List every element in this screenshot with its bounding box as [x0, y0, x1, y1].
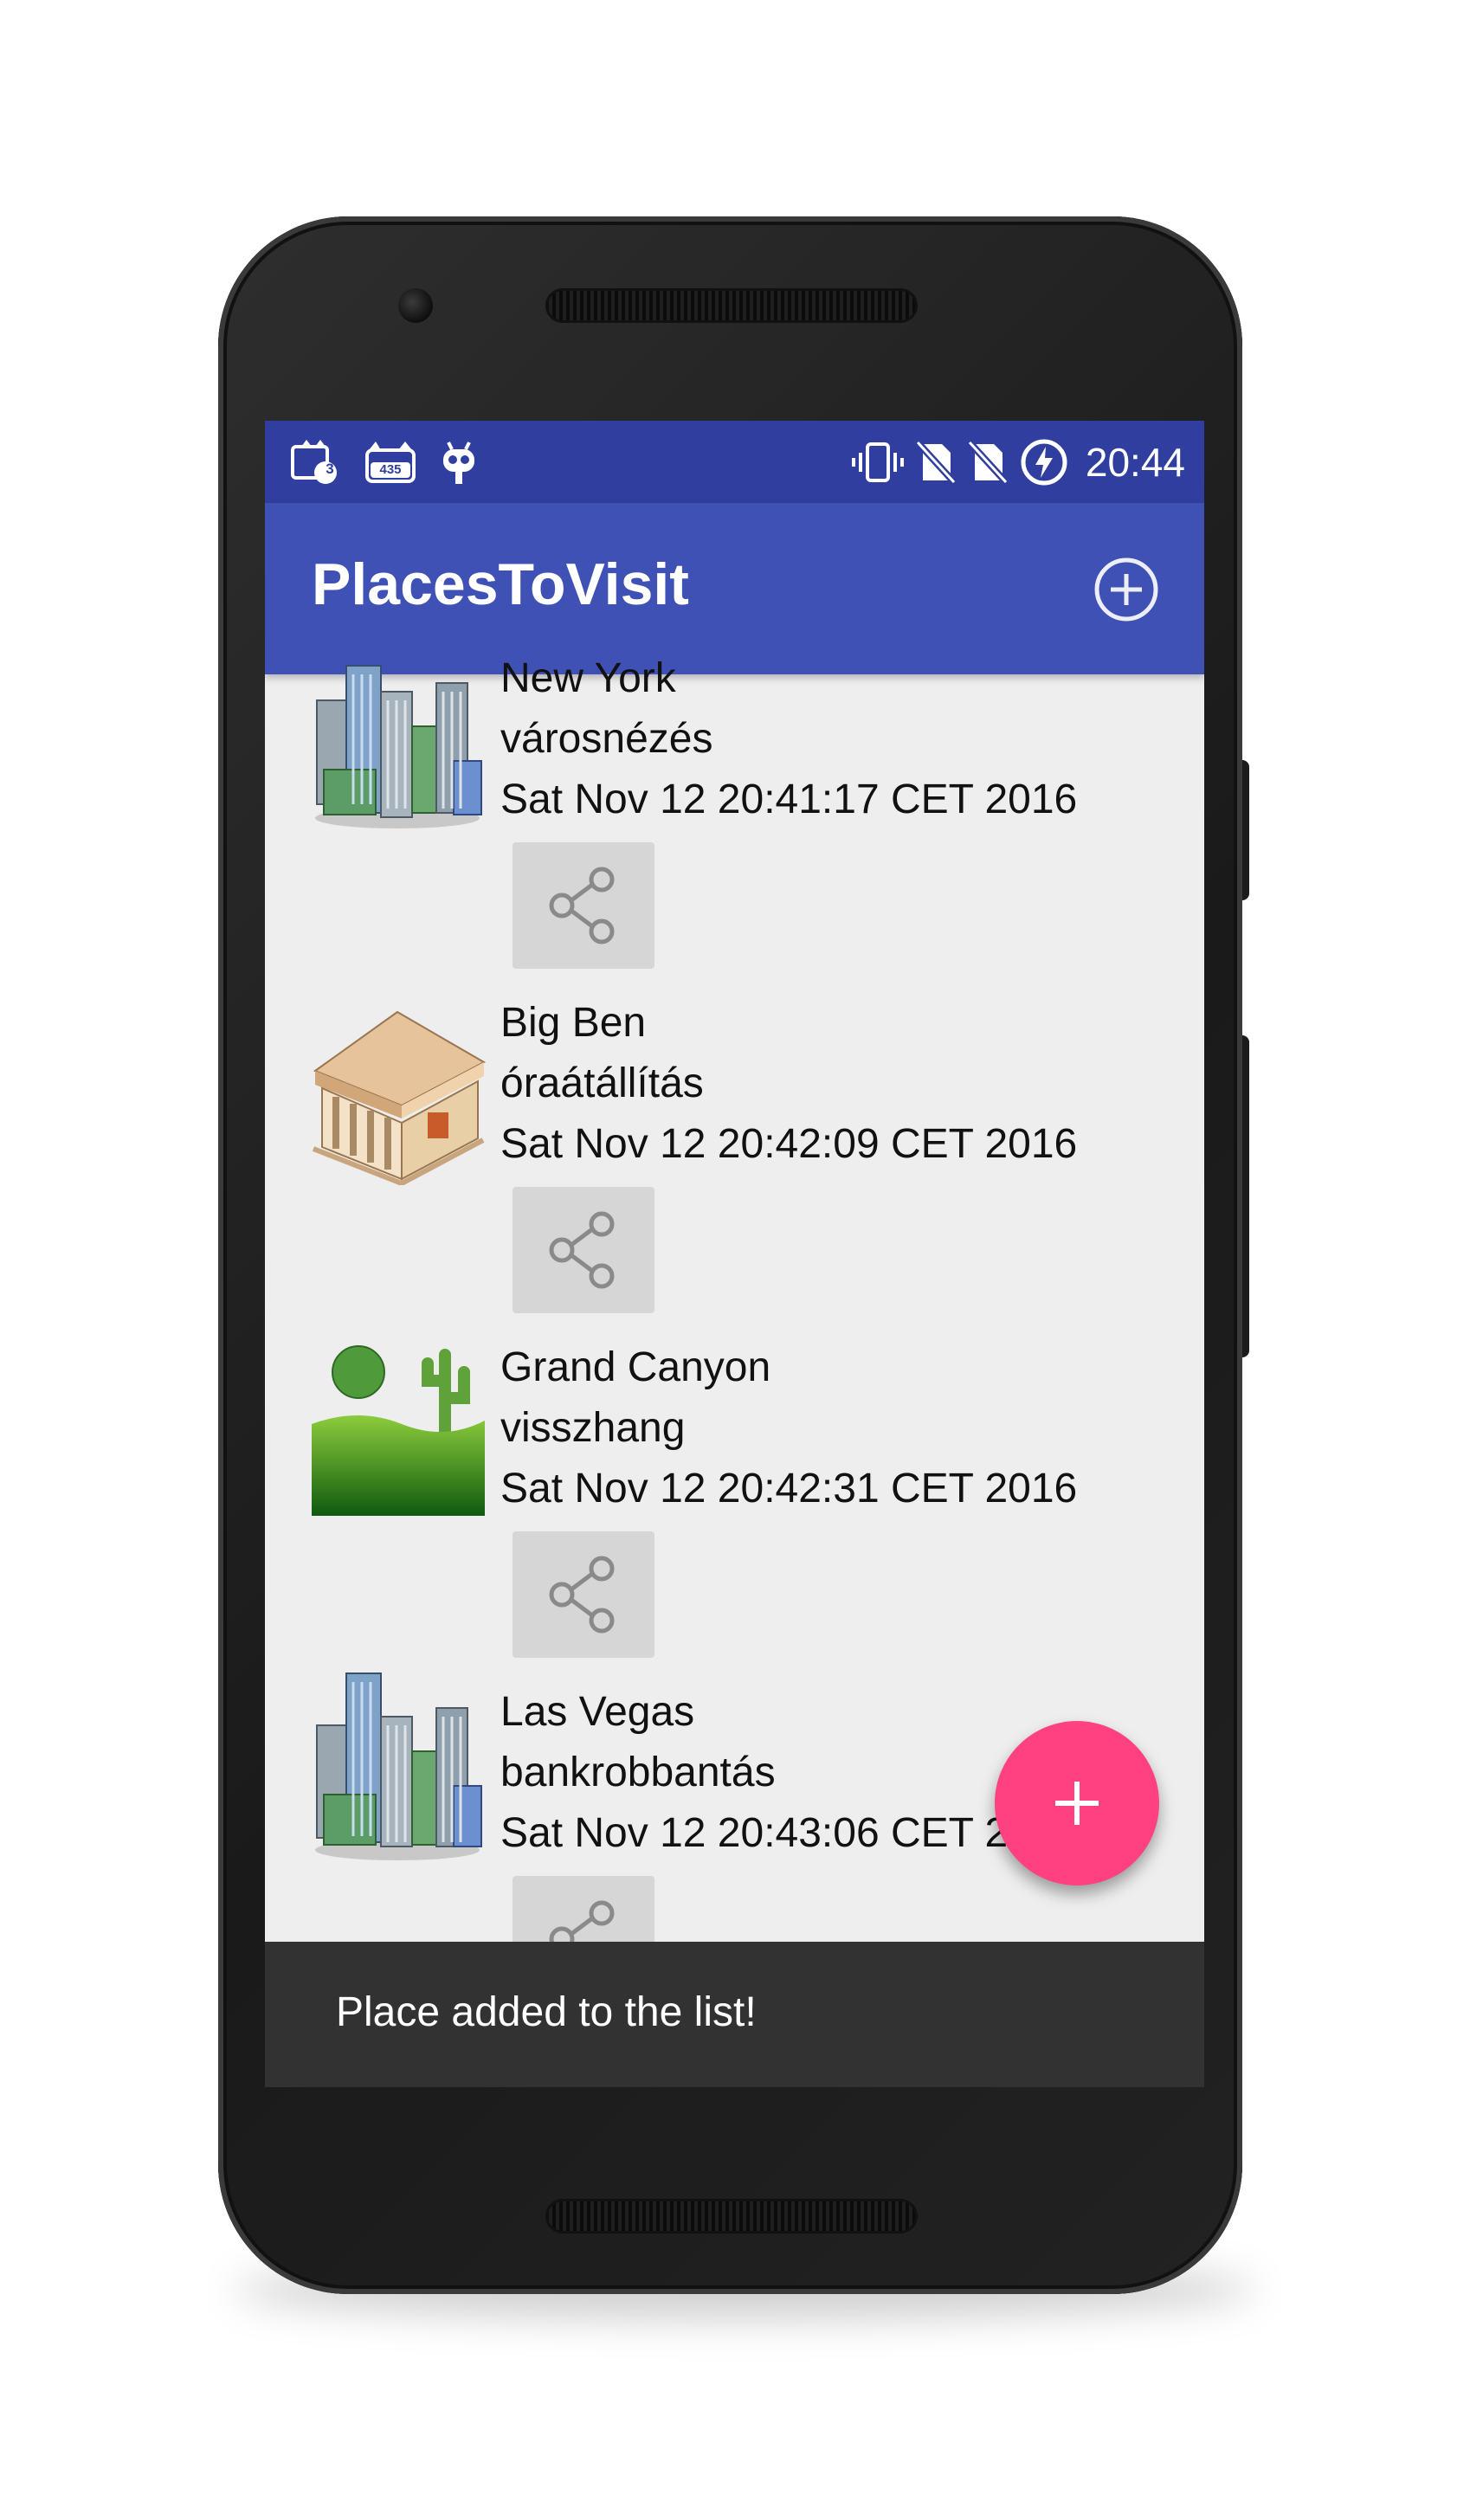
android-debug-icon	[440, 439, 478, 486]
place-name: Big Ben	[500, 1000, 647, 1046]
city-buildings-icon	[306, 648, 488, 832]
share-icon	[549, 867, 615, 944]
share-icon	[549, 1556, 615, 1634]
notification-badge-count: 3	[326, 460, 334, 477]
snackbar-message: Place added to the list!	[336, 1989, 757, 2035]
place-description: visszhang	[500, 1405, 686, 1451]
add-circle-icon	[1094, 557, 1158, 622]
no-sim-icon	[915, 440, 956, 484]
add-place-fab[interactable]	[995, 1721, 1159, 1885]
monument-building-icon	[306, 1002, 488, 1187]
cat-notification-icon: 3	[291, 439, 341, 485]
notification-badge-count: 435	[379, 461, 402, 477]
battery-charging-icon	[1020, 438, 1068, 487]
place-date: Sat Nov 12 20:43:06 CET 2016	[500, 1810, 1078, 1856]
add-place-action-button[interactable]	[1093, 557, 1159, 622]
status-bar: 3 435 20:44	[265, 421, 1204, 503]
place-date: Sat Nov 12 20:41:17 CET 2016	[500, 777, 1078, 822]
place-date: Sat Nov 12 20:42:09 CET 2016	[500, 1121, 1078, 1167]
share-button[interactable]	[513, 842, 654, 969]
front-camera	[398, 288, 433, 323]
vibrate-icon	[851, 441, 904, 484]
place-description: bankrobbantás	[500, 1750, 776, 1795]
place-date: Sat Nov 12 20:42:31 CET 2016	[500, 1466, 1078, 1511]
snackbar: Place added to the list!	[265, 1942, 1204, 2087]
place-description: óraátállítás	[500, 1060, 704, 1106]
place-name: New York	[500, 655, 676, 701]
top-speaker	[545, 288, 918, 323]
share-button[interactable]	[513, 1531, 654, 1658]
no-sim-icon	[967, 440, 1008, 484]
place-name: Las Vegas	[500, 1689, 695, 1735]
share-icon	[549, 1211, 615, 1289]
status-clock: 20:44	[1085, 439, 1185, 485]
cat-notification-icon: 435	[364, 440, 417, 485]
screen: 3 435 20:44 PlacesToVisit New York város…	[265, 421, 1204, 2087]
city-buildings-icon	[306, 1665, 488, 1860]
list-item[interactable]: Grand Canyon visszhang Sat Nov 12 20:42:…	[265, 1337, 1204, 1682]
desert-landscape-icon	[306, 1337, 488, 1521]
bottom-speaker	[545, 2199, 918, 2233]
app-title: PlacesToVisit	[312, 551, 689, 617]
list-item[interactable]: New York városnézés Sat Nov 12 20:41:17 …	[265, 648, 1204, 993]
place-description: városnézés	[500, 716, 713, 762]
place-name: Grand Canyon	[500, 1344, 771, 1390]
list-item[interactable]: Big Ben óraátállítás Sat Nov 12 20:42:09…	[265, 993, 1204, 1337]
plus-icon	[1055, 1782, 1099, 1825]
share-button[interactable]	[513, 1187, 654, 1313]
